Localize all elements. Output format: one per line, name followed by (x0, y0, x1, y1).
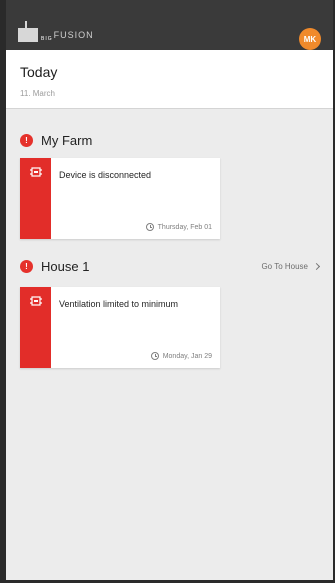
ventilation-icon (30, 296, 42, 306)
section-title: My Farm (41, 133, 93, 148)
alert-icon: ! (20, 134, 33, 147)
notification-timestamp: Thursday, Feb 01 (157, 223, 212, 231)
section-header-my-farm: ! My Farm (20, 133, 319, 148)
today-header: Today 11. March (6, 50, 333, 109)
today-date: 11. March (20, 89, 55, 98)
notification-message: Device is disconnected (59, 170, 152, 180)
notification-card-device-disconnected[interactable]: Device is disconnected Thursday, Feb 01 (20, 158, 220, 239)
go-to-house-label: Go To House (261, 262, 308, 271)
top-navigation-bar: BIGFUSION MK (6, 0, 333, 50)
device-icon (30, 167, 42, 177)
notification-timestamp-row: Thursday, Feb 01 (145, 223, 212, 231)
user-avatar[interactable]: MK (299, 28, 321, 50)
page-title: Today (20, 64, 58, 80)
logo-brand-small: BIG (41, 35, 53, 42)
clock-icon (145, 223, 154, 231)
clock-icon (150, 352, 159, 360)
chevron-right-icon (312, 262, 321, 271)
notification-timestamp-row: Monday, Jan 29 (150, 352, 212, 360)
notification-card-ventilation-limited[interactable]: Ventilation limited to minimum Monday, J… (20, 287, 220, 368)
section-title: House 1 (41, 259, 90, 274)
section-header-house-1: ! House 1 Go To House (20, 259, 321, 274)
notification-timestamp: Monday, Jan 29 (162, 352, 212, 360)
alert-icon: ! (20, 260, 33, 273)
logo-wordmark: BIGFUSION (41, 29, 94, 42)
app-window: BIGFUSION MK Today 11. March ! My Farm D… (0, 0, 335, 583)
go-to-house-link[interactable]: Go To House (261, 262, 321, 271)
logo-product-name: FUSION (53, 29, 94, 40)
app-logo[interactable]: BIGFUSION (18, 21, 94, 42)
logo-icon (18, 21, 38, 42)
notification-message: Ventilation limited to minimum (59, 299, 179, 309)
